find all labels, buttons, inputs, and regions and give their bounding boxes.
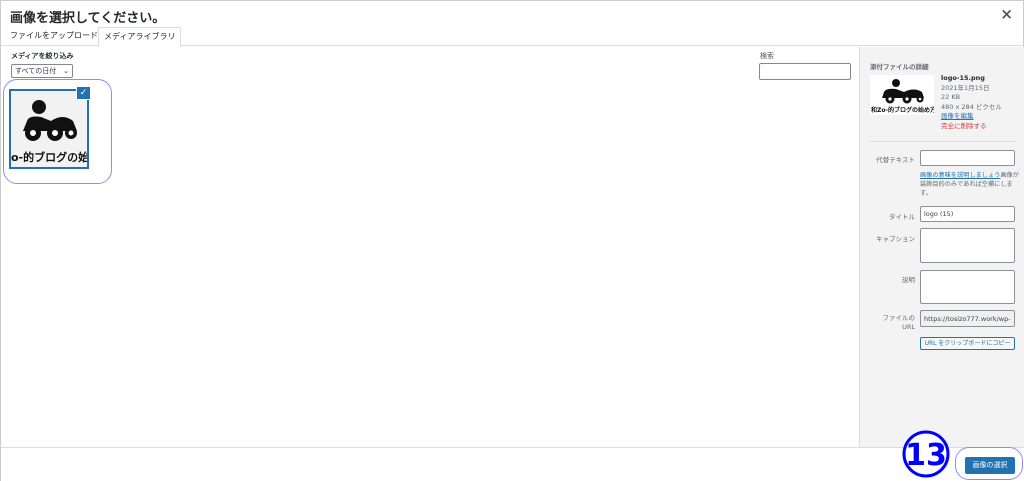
alt-text-input[interactable]: [920, 150, 1015, 166]
delete-permanently-link[interactable]: 完全に削除する: [941, 122, 1002, 132]
date-filter-value: すべての日付: [15, 67, 57, 75]
details-heading: 添付ファイルの詳細: [870, 63, 929, 71]
close-icon[interactable]: ×: [1000, 5, 1013, 23]
attachment-thumbnail[interactable]: o-的ブログの始: [9, 89, 89, 169]
logo-text: o-的ブログの始: [11, 150, 87, 164]
title-label: タイトル: [889, 213, 915, 221]
copy-url-button[interactable]: URL をクリップボードにコピー: [920, 337, 1015, 350]
tab-upload-files[interactable]: ファイルをアップロード: [5, 27, 103, 46]
step-number-text: 13: [905, 438, 947, 473]
caption-textarea[interactable]: [920, 228, 1015, 263]
file-name: logo-15.png: [941, 74, 985, 82]
file-url-label: ファイルの URL: [865, 314, 916, 332]
logo-image: o-的ブログの始: [11, 91, 87, 167]
details-logo-image: 和Zo-的ブログの始め方: [870, 79, 936, 114]
modal-footer: [1, 447, 1024, 481]
caption-label: キャプション: [876, 235, 915, 243]
file-size: 22 KB: [941, 93, 961, 101]
alt-text-help-link[interactable]: 画像の意味を説明しましょう: [920, 172, 1000, 179]
date-filter-select[interactable]: すべての日付 ⌄: [11, 64, 73, 78]
title-input[interactable]: logo (15): [920, 206, 1015, 222]
file-url-label-line2: URL: [902, 323, 915, 331]
search-label: 検索: [760, 52, 774, 60]
image-dimensions: 480 x 284 ピクセル: [941, 102, 1002, 111]
details-meta: logo-15.png 2021年1月15日 22 KB 480 x 284 ピ…: [941, 74, 1002, 131]
step-number-annotation: 13: [902, 430, 950, 478]
selected-check-icon[interactable]: ✓: [76, 86, 91, 100]
alt-text-label: 代替テキスト: [876, 156, 915, 164]
filter-label: メディアを絞り込み: [11, 52, 74, 60]
edit-image-link[interactable]: 画像を編集: [941, 112, 1002, 122]
details-divider: [870, 141, 1016, 142]
search-input[interactable]: [759, 63, 851, 80]
description-label: 説明: [902, 276, 915, 284]
file-url-input[interactable]: https://tosizo777.work/wp-: [920, 310, 1015, 327]
description-textarea[interactable]: [920, 270, 1015, 304]
details-logo-text: 和Zo-的ブログの始め方: [870, 106, 934, 114]
attachment-details-sidebar: 添付ファイルの詳細 和Zo-的ブログの始め方 logo-15.png 2021年…: [859, 47, 1024, 447]
media-modal: 画像を選択してください。 × ファイルをアップロード メディアライブラリ メディ…: [0, 0, 1024, 481]
details-thumbnail: 和Zo-的ブログの始め方: [870, 75, 936, 115]
chevron-down-icon: ⌄: [63, 67, 69, 75]
alt-text-help: 画像の意味を説明しましょう画像が装飾目的のみであれば空欄にします。: [920, 171, 1020, 198]
file-url-label-line1: ファイルの: [882, 314, 916, 322]
select-image-button[interactable]: 画像の選択: [965, 457, 1015, 474]
modal-title: 画像を選択してください。: [10, 11, 166, 26]
tab-media-library[interactable]: メディアライブラリ: [98, 27, 182, 47]
upload-date: 2021年1月15日: [941, 83, 990, 92]
tab-bar: ファイルをアップロード メディアライブラリ: [1, 27, 1024, 47]
